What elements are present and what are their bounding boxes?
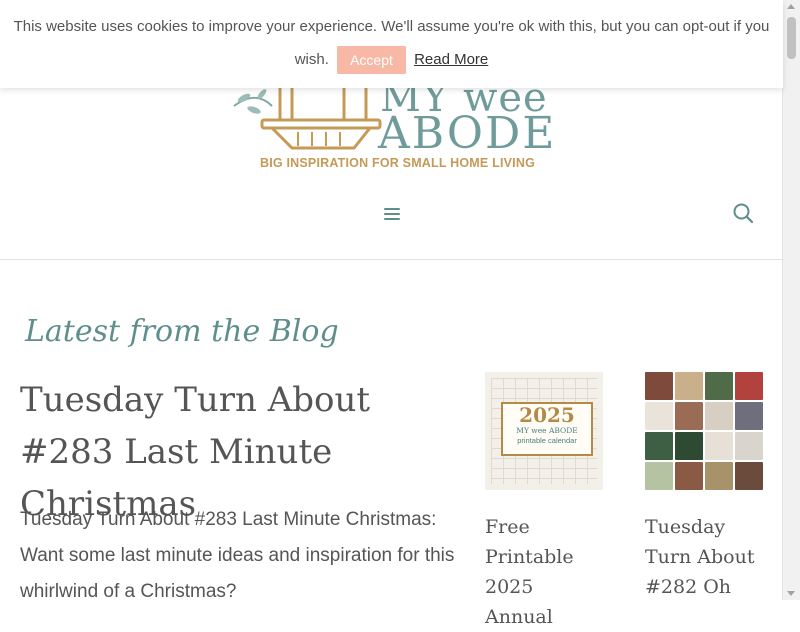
- calendar-subtitle: printable calendar: [517, 436, 577, 445]
- post-card[interactable]: Tuesday Turn About #282 Oh: [645, 372, 763, 602]
- section-title: Latest from the Blog: [25, 314, 339, 349]
- cookie-message: This website uses cookies to improve you…: [13, 18, 770, 35]
- calendar-brand: MY wee ABODE: [516, 426, 578, 435]
- cookie-message-end: wish.: [294, 51, 329, 69]
- post-card-title[interactable]: Free Printable 2025 Annual: [485, 512, 603, 632]
- cookie-banner: This website uses cookies to improve you…: [0, 0, 783, 88]
- calendar-thumbnail[interactable]: 2025 MY wee ABODE printable calendar: [485, 372, 603, 490]
- logo-tagline: BIG INSPIRATION FOR SMALL HOME LIVING: [260, 156, 535, 170]
- calendar-year: 2025: [519, 403, 575, 427]
- featured-post-excerpt: Tuesday Turn About #283 Last Minute Chri…: [20, 509, 455, 602]
- header-divider: [0, 259, 783, 260]
- accept-cookies-button[interactable]: Accept: [337, 46, 406, 75]
- calendar-thumbnail-label: 2025 MY wee ABODE printable calendar: [501, 402, 593, 456]
- page-scrollbar[interactable]: [782, 0, 800, 600]
- scroll-up-icon[interactable]: [787, 4, 795, 9]
- scroll-down-icon[interactable]: [787, 591, 795, 596]
- logo-leaf-icon: [233, 82, 382, 150]
- logo-word-main: ABODE: [378, 108, 557, 159]
- christmas-collage-thumbnail[interactable]: [645, 372, 763, 490]
- hamburger-icon[interactable]: [382, 205, 402, 223]
- search-icon[interactable]: [732, 202, 754, 224]
- post-card-title[interactable]: Tuesday Turn About #282 Oh: [645, 512, 763, 602]
- scroll-thumb[interactable]: [787, 17, 796, 59]
- post-card[interactable]: 2025 MY wee ABODE printable calendar Fre…: [485, 372, 603, 632]
- header-nav: [0, 190, 783, 236]
- site-logo[interactable]: MY wee ABODE BIG INSPIRATION FOR SMALL H…: [232, 72, 554, 180]
- read-more-link[interactable]: Read More: [414, 51, 488, 68]
